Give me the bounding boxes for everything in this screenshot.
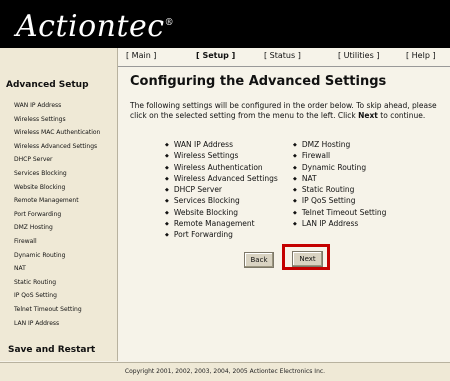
sidebar-item-nat[interactable]: NAT [14,262,100,276]
list-item: Wireless Settings [165,151,278,162]
list-item: WAN IP Address [165,140,278,151]
sidebar-item-services-blocking[interactable]: Services Blocking [14,167,100,181]
sidebar-heading: Advanced Setup [6,80,89,90]
list-item: Dynamic Routing [293,163,386,174]
list-item: LAN IP Address [293,219,386,230]
list-item: NAT [293,174,386,185]
list-item: Website Blocking [165,208,278,219]
logo-registered-mark: ® [164,18,175,28]
intro-next-word: Next [358,110,378,120]
list-item: Wireless Authentication [165,163,278,174]
sidebar-item-lan-ip-address[interactable]: LAN IP Address [14,317,100,331]
header-bar: Actiontec® [0,0,450,48]
sidebar-item-telnet-timeout-setting[interactable]: Telnet Timeout Setting [14,303,100,317]
list-item: DMZ Hosting [293,140,386,151]
list-item: Wireless Advanced Settings [165,174,278,185]
sidebar-item-dmz-hosting[interactable]: DMZ Hosting [14,221,100,235]
nav-utilities[interactable]: [ Utilities ] [338,51,379,60]
sidebar-item-firewall[interactable]: Firewall [14,235,100,249]
actiontec-logo: Actiontec® [16,6,174,44]
sidebar-item-remote-management[interactable]: Remote Management [14,194,100,208]
list-item: Remote Management [165,219,278,230]
sidebar-item-website-blocking[interactable]: Website Blocking [14,181,100,195]
top-nav: [ Main ] [ Setup ] [ Status ] [ Utilitie… [118,48,450,67]
nav-help[interactable]: [ Help ] [406,51,436,60]
nav-setup[interactable]: [ Setup ] [196,51,235,60]
sidebar-item-ip-qos-setting[interactable]: IP QoS Setting [14,289,100,303]
sidebar-menu: WAN IP Address Wireless Settings Wireles… [14,99,100,330]
settings-list-right: DMZ Hosting Firewall Dynamic Routing NAT… [293,140,387,230]
sidebar-item-wireless-advanced-settings[interactable]: Wireless Advanced Settings [14,140,100,154]
next-button[interactable]: Next [292,251,323,267]
list-item: Services Blocking [165,196,278,207]
list-item: Port Forwarding [165,230,278,241]
sidebar-item-dhcp-server[interactable]: DHCP Server [14,153,100,167]
sidebar-item-dynamic-routing[interactable]: Dynamic Routing [14,249,100,263]
copyright-footer: Copyright 2001, 2002, 2003, 2004, 2005 A… [0,362,450,381]
sidebar-item-port-forwarding[interactable]: Port Forwarding [14,208,100,222]
sidebar-item-wan-ip-address[interactable]: WAN IP Address [14,99,100,113]
sidebar-item-wireless-mac-authentication[interactable]: Wireless MAC Authentication [14,126,100,140]
list-item: IP QoS Setting [293,196,386,207]
main-content: Configuring the Advanced Settings The fo… [130,72,440,239]
sidebar-save-and-restart[interactable]: Save and Restart [8,345,95,355]
settings-list-left: WAN IP Address Wireless Settings Wireles… [165,140,278,242]
nav-main[interactable]: [ Main ] [126,51,156,60]
list-item: Static Routing [293,185,386,196]
page-title: Configuring the Advanced Settings [130,74,387,89]
list-item: DHCP Server [165,185,278,196]
list-item: Firewall [293,151,386,162]
back-button[interactable]: Back [244,252,274,268]
list-item: Telnet Timeout Setting [293,208,387,219]
sidebar-item-wireless-settings[interactable]: Wireless Settings [14,113,100,127]
intro-text: The following settings will be configure… [130,101,438,120]
sidebar: Advanced Setup WAN IP Address Wireless S… [0,48,118,361]
intro-text-end: to continue. [377,110,426,120]
nav-status[interactable]: [ Status ] [264,51,301,60]
logo-text: Actiontec [16,9,165,44]
sidebar-item-static-routing[interactable]: Static Routing [14,276,100,290]
